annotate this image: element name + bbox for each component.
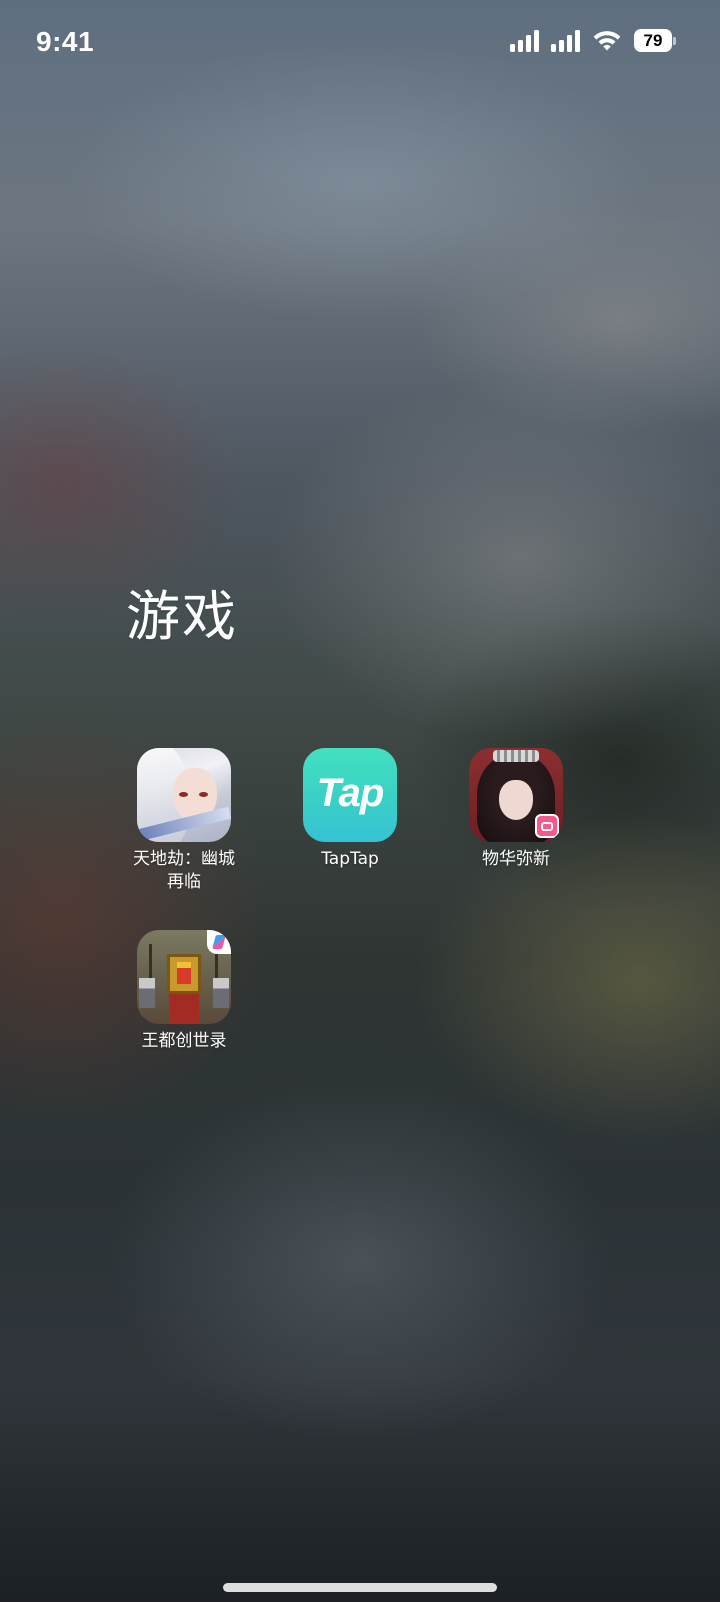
taptap-logo-text: Tap [316, 770, 385, 815]
bilibili-badge-icon [535, 814, 559, 838]
app-label-wuhuamixin: 物华弥新 [482, 849, 550, 869]
app-label-text: 天地劫：幽城 再临 [133, 849, 235, 892]
folder-title[interactable]: 游戏 [126, 572, 238, 651]
cellular-signal-icon [551, 29, 580, 52]
status-time: 9:41 [36, 26, 95, 57]
wuhuamixin-app-icon[interactable] [469, 748, 563, 842]
wifi-icon [593, 30, 621, 50]
app-wangduchuangshilu[interactable]: 王都创世录 [114, 930, 254, 1053]
battery-level: 79 [634, 29, 672, 52]
app-taptap[interactable]: Tap TapTap [280, 748, 420, 871]
tiandijie-app-icon[interactable] [137, 748, 231, 842]
accelerator-badge-icon [207, 930, 231, 954]
status-bar: 9:41 79 [0, 0, 720, 86]
app-wuhuamixin[interactable]: 物华弥新 [446, 748, 586, 871]
app-label-wangduchuangshilu: 王都创世录 [141, 1031, 227, 1051]
taptap-app-icon[interactable]: Tap [303, 748, 397, 842]
home-indicator[interactable] [223, 1583, 497, 1592]
app-label-tiandijie: 天地劫：幽城 再临 [124, 848, 244, 894]
app-label-taptap: TapTap [321, 849, 379, 869]
status-icons: 79 [510, 29, 676, 52]
wangduchuangshilu-app-icon[interactable] [137, 930, 231, 1024]
app-tiandijie[interactable]: 天地劫：幽城 再临 [114, 748, 254, 894]
battery-icon: 79 [634, 29, 676, 52]
cellular-signal-icon [510, 29, 539, 52]
